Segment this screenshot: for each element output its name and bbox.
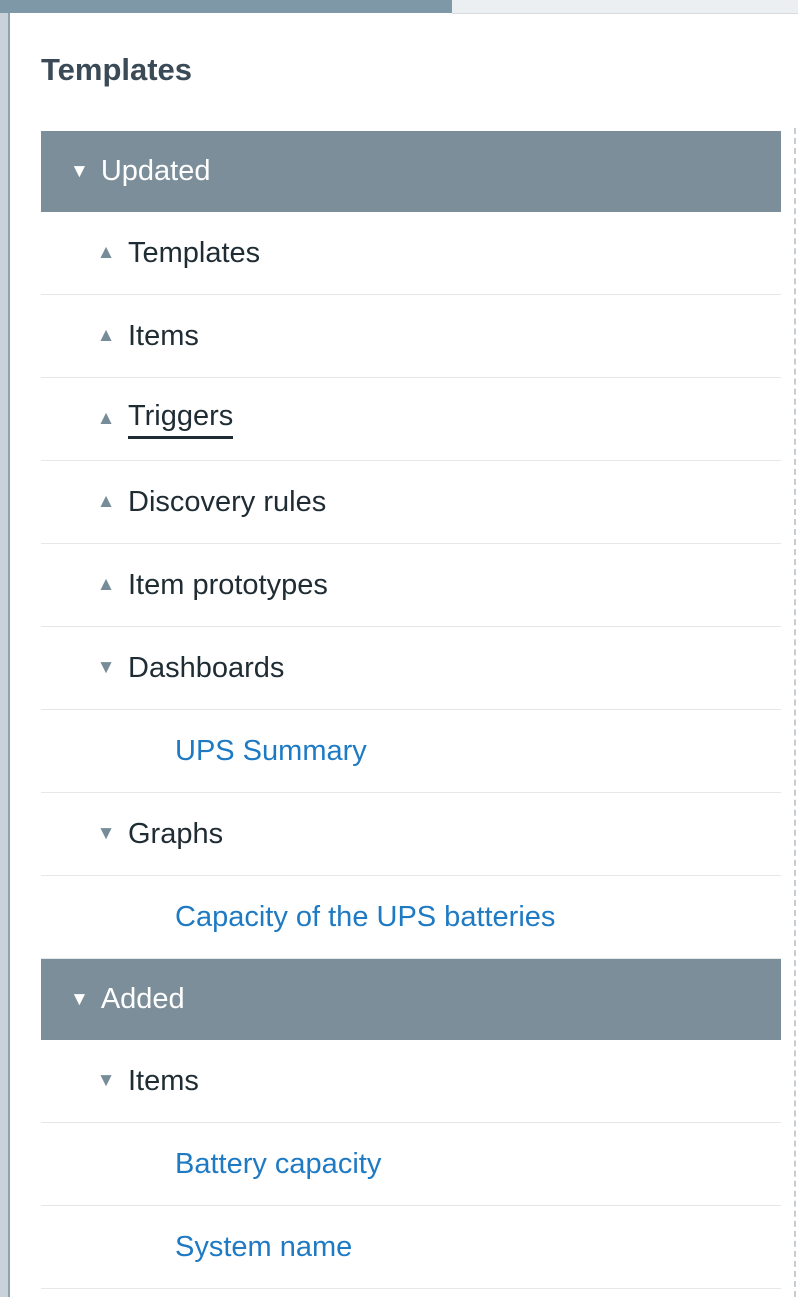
triangle-up-icon: ▲ xyxy=(96,574,116,595)
group-row-graphs[interactable]: ▼ Graphs xyxy=(41,793,781,876)
list-item: Battery capacity xyxy=(41,1123,781,1206)
group-row-dashboards[interactable]: ▼ Dashboards xyxy=(41,627,781,710)
group-label: Dashboards xyxy=(128,651,285,684)
section-header-updated[interactable]: ▼ Updated xyxy=(41,131,781,212)
entity-link-system-name[interactable]: System name xyxy=(175,1231,352,1264)
triangle-up-icon: ▲ xyxy=(96,242,116,263)
group-label: Item prototypes xyxy=(128,568,328,601)
entity-link-battery-capacity[interactable]: Battery capacity xyxy=(175,1148,381,1181)
tab-inactive-area[interactable] xyxy=(452,0,798,14)
group-row-added-items[interactable]: ▼ Items xyxy=(41,1040,781,1123)
group-label: Items xyxy=(128,1064,199,1097)
panel-title: Templates xyxy=(41,52,193,87)
entity-link-ups-summary[interactable]: UPS Summary xyxy=(175,735,367,768)
triangle-down-icon: ▼ xyxy=(70,160,89,182)
list-item: System name xyxy=(41,1206,781,1289)
window-left-border xyxy=(0,0,10,1297)
group-label: Templates xyxy=(128,236,261,269)
tab-active-indicator[interactable] xyxy=(0,0,452,13)
triangle-up-icon: ▲ xyxy=(96,408,116,429)
group-row-templates[interactable]: ▲ Templates xyxy=(41,212,781,295)
column-divider xyxy=(794,128,796,1297)
triangle-up-icon: ▲ xyxy=(96,491,116,512)
triangle-down-icon: ▼ xyxy=(96,657,116,678)
group-label: Triggers xyxy=(128,400,234,439)
group-row-discovery-rules[interactable]: ▲ Discovery rules xyxy=(41,461,781,544)
triangle-down-icon: ▼ xyxy=(70,988,89,1010)
group-row-items[interactable]: ▲ Items xyxy=(41,295,781,378)
section-label: Updated xyxy=(100,155,211,187)
entity-link-capacity-graph[interactable]: Capacity of the UPS batteries xyxy=(175,901,555,934)
group-label: Graphs xyxy=(128,817,224,850)
triangle-down-icon: ▼ xyxy=(96,1070,116,1091)
triangle-up-icon: ▲ xyxy=(96,325,116,346)
template-changes-panel: Templates ▼ Updated ▲ Templates ▲ Items … xyxy=(0,0,798,1297)
section-header-added[interactable]: ▼ Added xyxy=(41,959,781,1040)
group-row-item-prototypes[interactable]: ▲ Item prototypes xyxy=(41,544,781,627)
group-row-triggers[interactable]: ▲ Triggers xyxy=(41,378,781,461)
group-label: Items xyxy=(128,319,199,352)
group-label: Discovery rules xyxy=(128,485,327,518)
changes-tree: ▼ Updated ▲ Templates ▲ Items ▲ Triggers… xyxy=(41,131,781,1289)
section-label: Added xyxy=(100,983,185,1015)
list-item: UPS Summary xyxy=(41,710,781,793)
triangle-down-icon: ▼ xyxy=(96,823,116,844)
list-item: Capacity of the UPS batteries xyxy=(41,876,781,959)
